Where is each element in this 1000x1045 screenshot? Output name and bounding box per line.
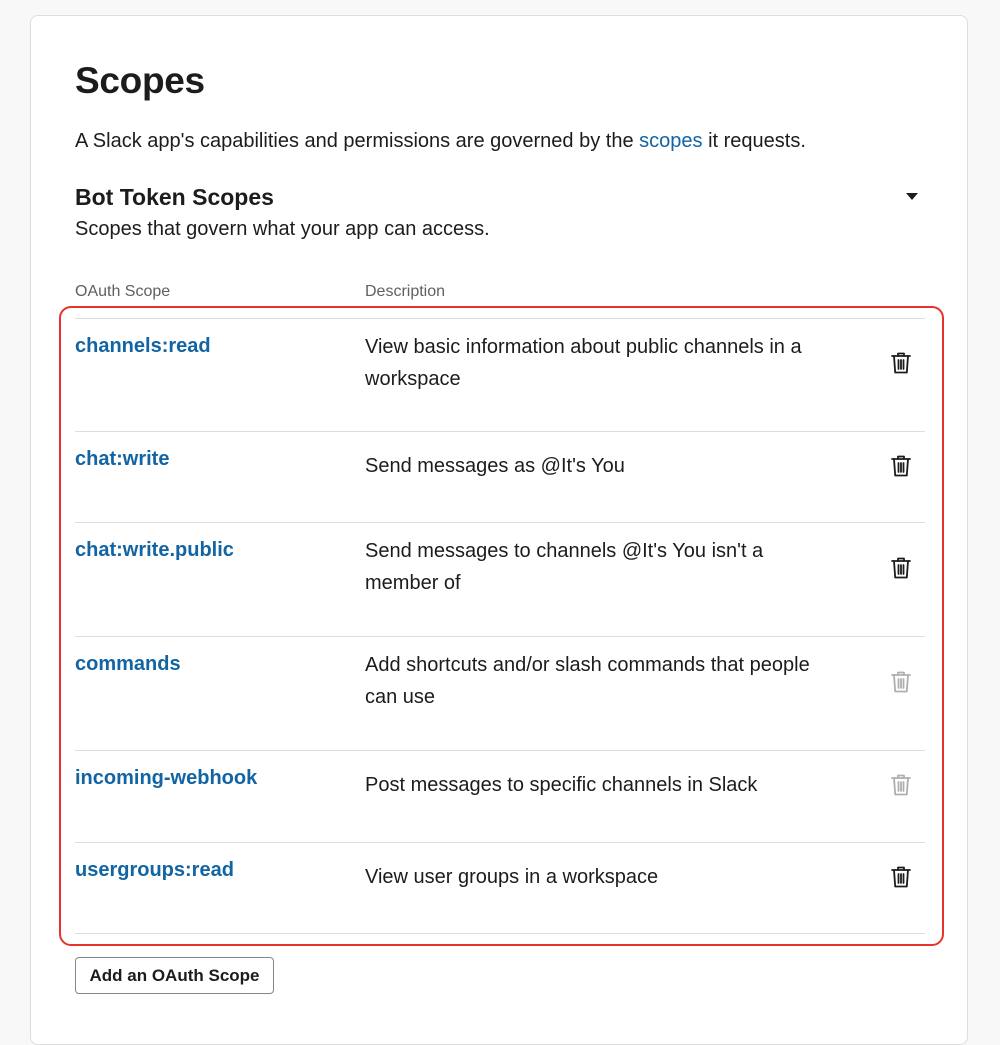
table-row: channels:read View basic information abo… — [75, 319, 925, 432]
column-header-description: Description — [365, 283, 446, 300]
scope-table: channels:read View basic information abo… — [75, 318, 925, 934]
trash-icon — [891, 866, 911, 888]
trash-icon — [891, 774, 911, 796]
trash-icon — [891, 455, 911, 477]
scope-description: Post messages to specific channels in Sl… — [365, 774, 758, 796]
section-title: Bot Token Scopes — [75, 184, 274, 210]
trash-icon — [891, 352, 911, 374]
intro-text-before: A Slack app's capabilities and permissio… — [75, 130, 640, 152]
scope-name[interactable]: chat:write.public — [75, 539, 234, 562]
intro-text-after: it requests. — [702, 130, 806, 152]
scope-name[interactable]: commands — [75, 653, 181, 676]
column-header-scope: OAuth Scope — [75, 283, 171, 300]
remove-scope-button[interactable] — [889, 554, 913, 582]
page-title: Scopes — [75, 60, 205, 101]
scope-name[interactable]: chat:write — [75, 448, 169, 471]
trash-icon — [891, 557, 911, 579]
remove-scope-button[interactable] — [889, 349, 913, 377]
add-oauth-scope-button[interactable]: Add an OAuth Scope — [75, 957, 274, 994]
remove-scope-button-disabled — [889, 771, 913, 799]
scope-description: Send messages as @It's You — [365, 455, 625, 477]
scope-name[interactable]: channels:read — [75, 335, 211, 358]
scopes-intro: A Slack app's capabilities and permissio… — [75, 130, 806, 153]
scope-name[interactable]: incoming-webhook — [75, 767, 257, 790]
remove-scope-button-disabled — [889, 668, 913, 696]
table-row: incoming-webhook Post messages to specif… — [75, 751, 925, 843]
table-row: chat:write Send messages as @It's You — [75, 432, 925, 523]
scopes-link[interactable]: scopes — [639, 130, 702, 152]
scope-description: View user groups in a workspace — [365, 866, 659, 888]
table-row: usergroups:read View user groups in a wo… — [75, 843, 925, 934]
table-row: commands Add shortcuts and/or slash comm… — [75, 637, 925, 751]
scope-description: Send messages to channels @It's You isn'… — [365, 540, 764, 594]
scope-name[interactable]: usergroups:read — [75, 859, 234, 882]
section-collapse-toggle[interactable] — [900, 186, 924, 206]
table-row: chat:write.public Send messages to chann… — [75, 523, 925, 637]
trash-icon — [891, 671, 911, 693]
scope-description: Add shortcuts and/or slash commands that… — [365, 654, 810, 708]
section-subtitle: Scopes that govern what your app can acc… — [75, 218, 490, 240]
caret-down-icon — [906, 192, 918, 200]
remove-scope-button[interactable] — [889, 863, 913, 891]
scope-description: View basic information about public chan… — [365, 336, 802, 390]
remove-scope-button[interactable] — [889, 452, 913, 480]
